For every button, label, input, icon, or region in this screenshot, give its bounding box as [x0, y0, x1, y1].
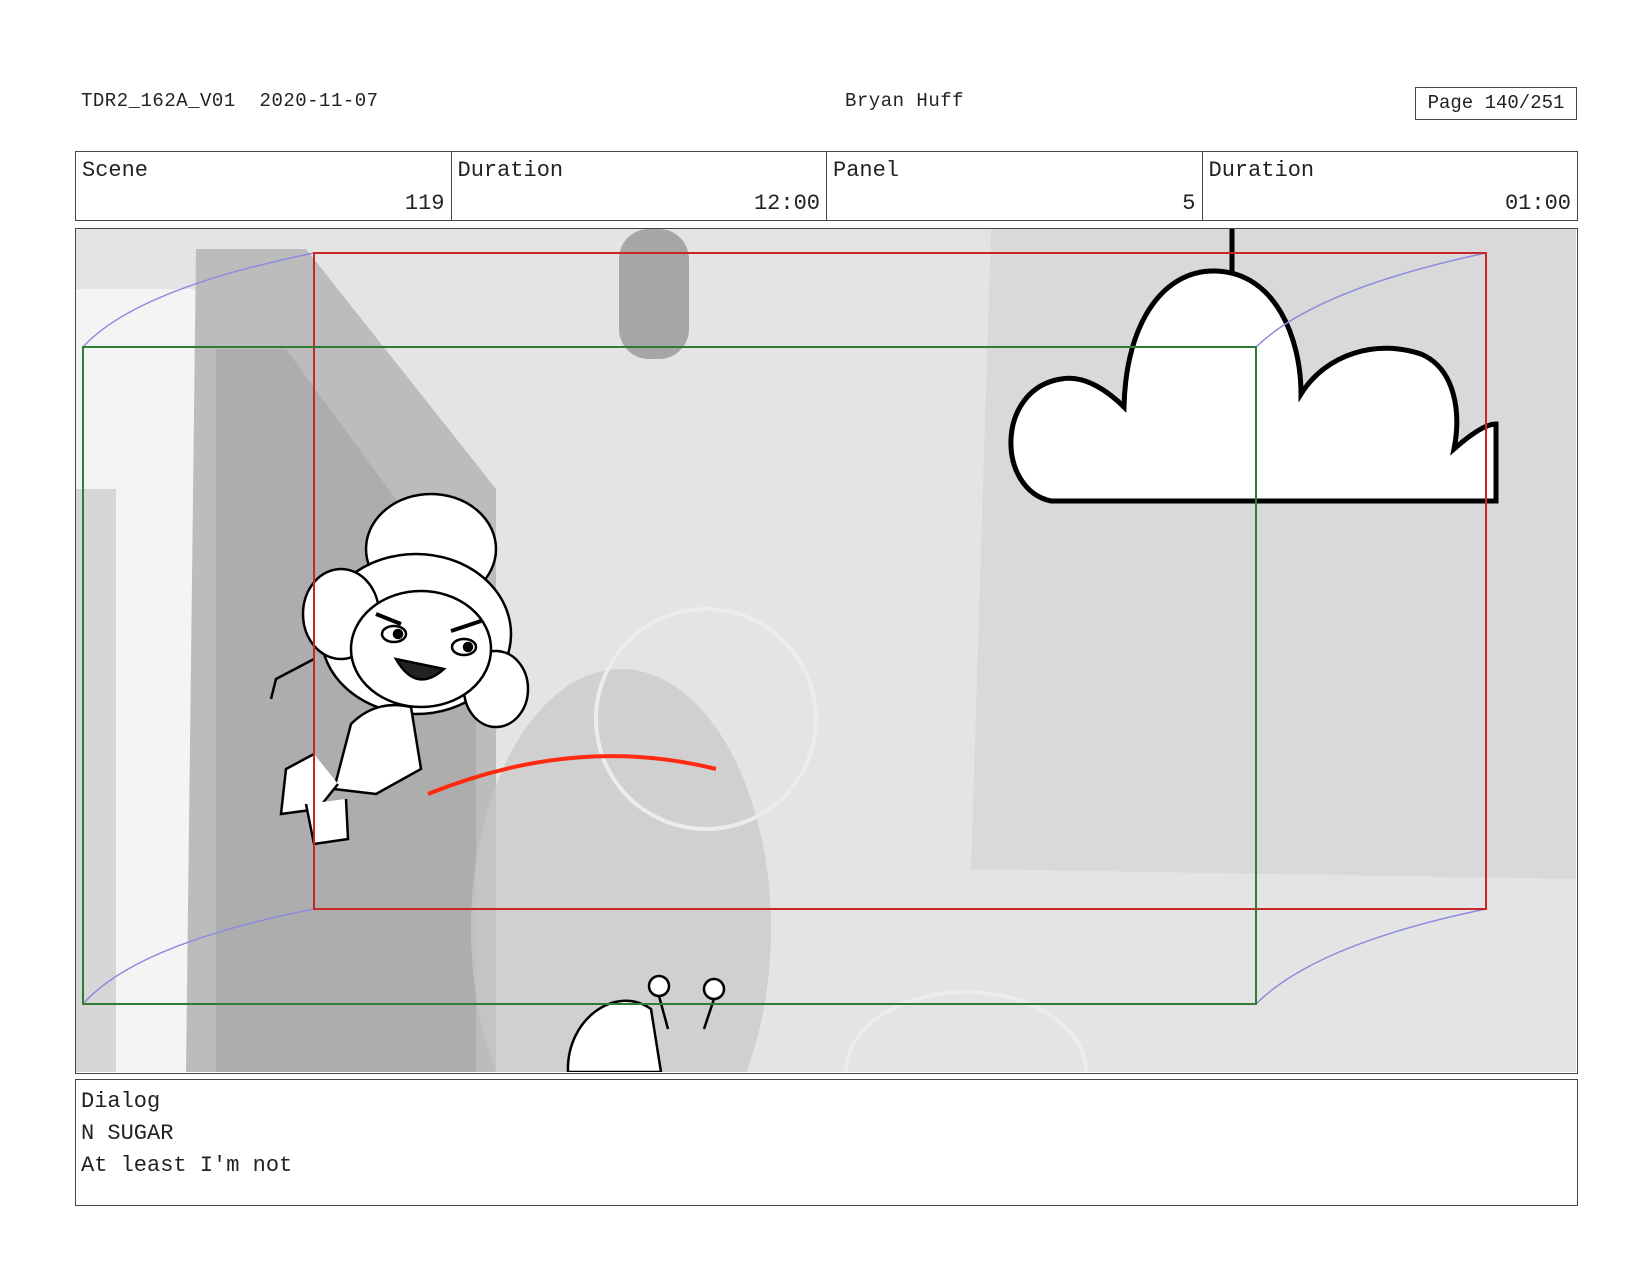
- panel-cell: Panel 5: [827, 152, 1203, 220]
- file-id: TDR2_162A_V01: [81, 90, 236, 112]
- panel-label: Panel: [833, 158, 900, 183]
- dialog-box: Dialog N SUGAR At least I'm not: [75, 1079, 1578, 1206]
- date: 2020-11-07: [259, 90, 379, 112]
- scene-value: 119: [404, 191, 445, 216]
- panel-duration-label: Duration: [1208, 158, 1315, 183]
- scene-label: Scene: [82, 158, 149, 183]
- panel-duration-value: 01:00: [1504, 191, 1571, 216]
- scene-duration-value: 12:00: [753, 191, 820, 216]
- panel-duration-cell: Duration 01:00: [1203, 152, 1578, 220]
- scene-duration-label: Duration: [457, 158, 564, 183]
- leg-front: [304, 798, 350, 846]
- dialog-character: N SUGAR: [81, 1121, 174, 1146]
- artist-name: Bryan Huff: [845, 90, 965, 112]
- dialog-line: At least I'm not: [81, 1153, 293, 1178]
- info-table: Scene 119 Duration 12:00 Panel 5 Duratio…: [75, 151, 1578, 221]
- scene-duration-cell: Duration 12:00: [452, 152, 827, 220]
- storyboard-drawing: [76, 229, 1576, 1072]
- dialog-label: Dialog: [81, 1089, 161, 1114]
- page-number: Page 140/251: [1415, 87, 1577, 120]
- pupil-right: [462, 641, 474, 653]
- ceiling-fixture: [619, 229, 689, 359]
- scene-cell: Scene 119: [76, 152, 452, 220]
- panel-value: 5: [1182, 191, 1196, 216]
- storyboard-frame: [75, 228, 1578, 1074]
- pupil-left: [392, 628, 404, 640]
- header-left: TDR2_162A_V01 2020-11-07: [81, 90, 379, 112]
